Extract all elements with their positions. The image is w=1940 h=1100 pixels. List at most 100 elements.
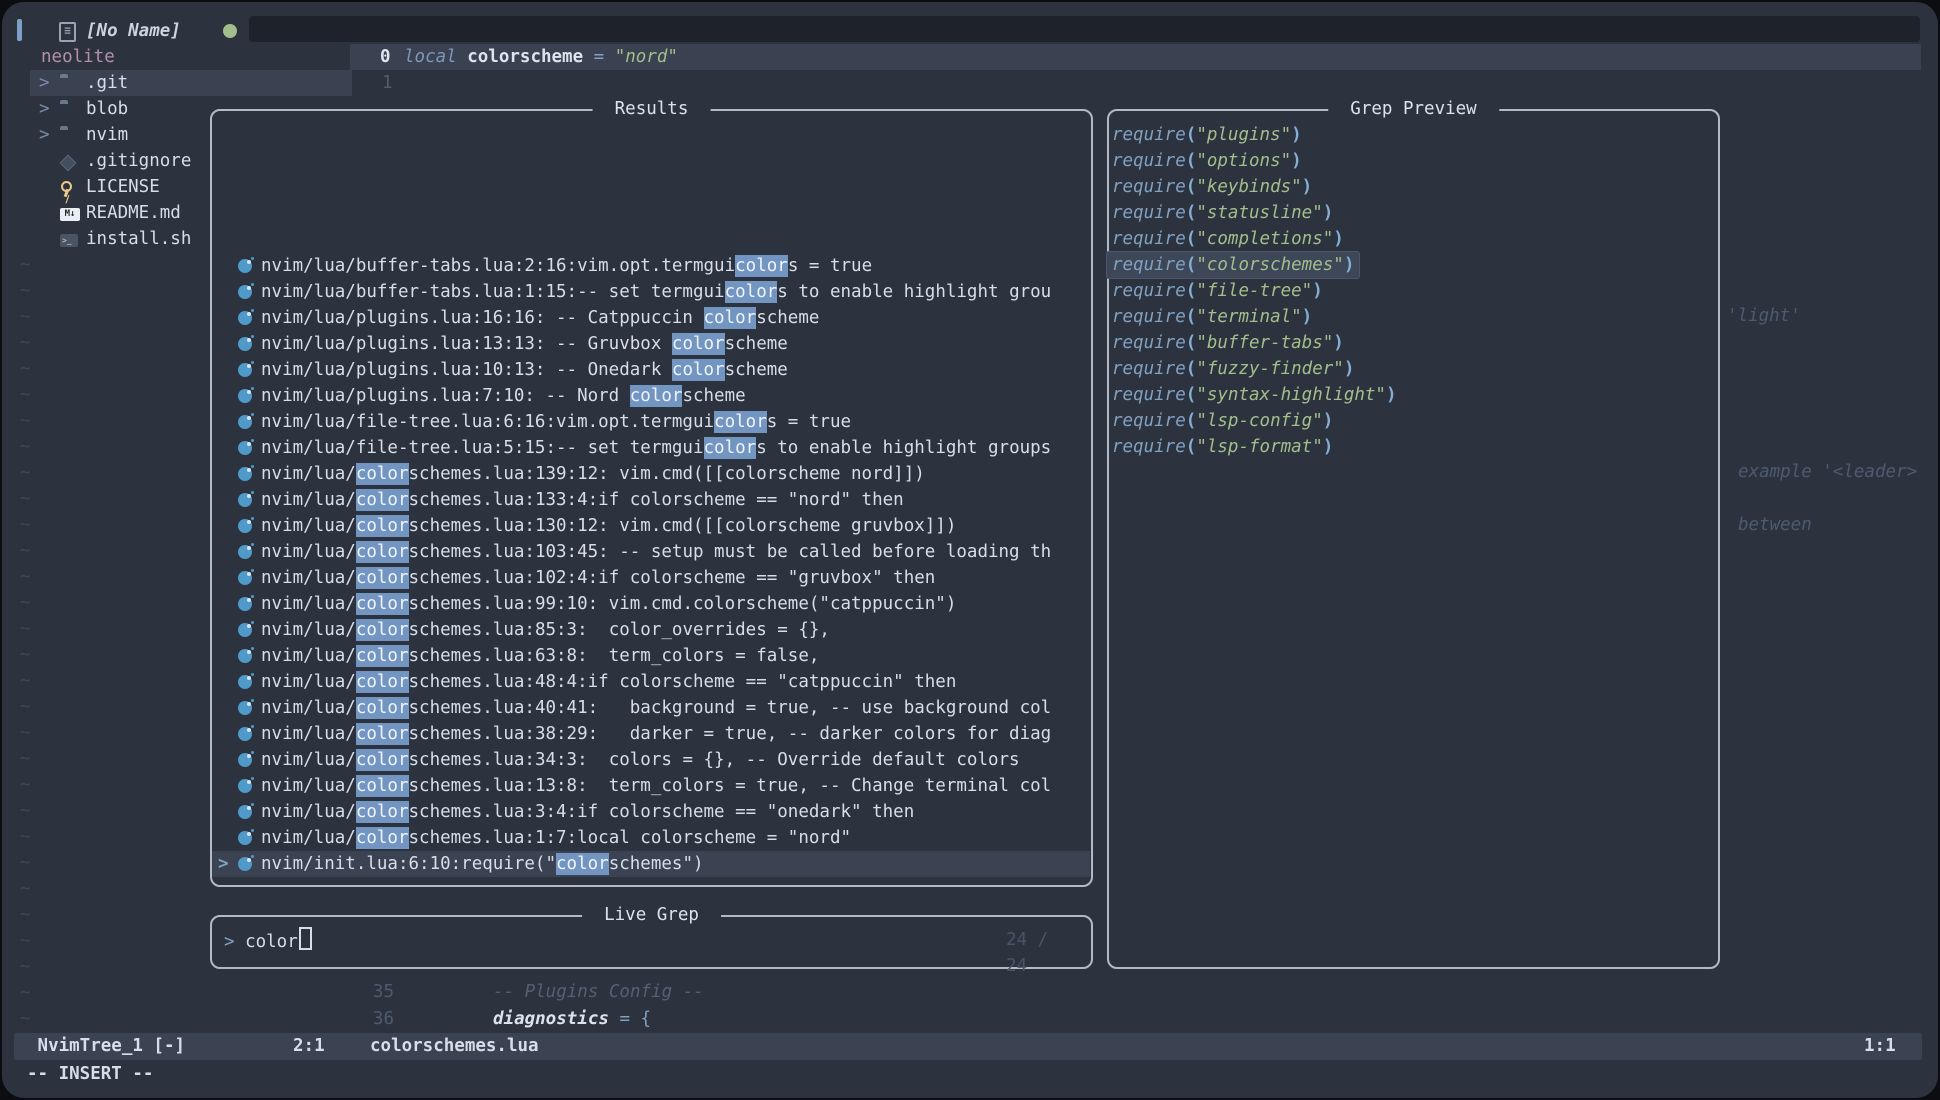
result-row[interactable]: >nvim/lua/plugins.lua:13:13: -- Gruvbox … (212, 331, 1090, 357)
result-row[interactable]: >nvim/lua/file-tree.lua:5:15:-- set term… (212, 435, 1090, 461)
result-row[interactable]: >nvim/lua/colorschemes.lua:38:29: darker… (212, 721, 1090, 747)
chevron-right-icon[interactable]: > (39, 122, 53, 148)
result-row[interactable]: >nvim/lua/buffer-tabs.lua:1:15:-- set te… (212, 279, 1090, 305)
terminal-cursor (299, 927, 312, 950)
chevron-right-icon[interactable]: > (39, 70, 53, 96)
editor-line-number-0: 0 (380, 44, 391, 70)
statusline-right-position: 1:1 (1864, 1033, 1896, 1060)
result-row[interactable]: >nvim/lua/colorschemes.lua:3:4:if colors… (212, 799, 1090, 825)
result-row[interactable]: >nvim/lua/colorschemes.lua:139:12: vim.c… (212, 461, 1090, 487)
lua-file-icon (238, 259, 252, 273)
editor-code-line-0[interactable]: local colorscheme = "nord" (404, 44, 678, 70)
preview-line: require("syntax-highlight") (1112, 382, 1402, 408)
result-row-text: nvim/lua/colorschemes.lua:40:41: backgro… (261, 695, 1051, 721)
match-highlight: color (356, 489, 409, 511)
match-highlight: color (356, 723, 409, 745)
result-row[interactable]: >nvim/lua/colorschemes.lua:40:41: backgr… (212, 695, 1090, 721)
preview-line: require("options") (1112, 148, 1307, 174)
match-highlight: color (356, 645, 409, 667)
lua-file-icon (238, 493, 252, 507)
result-row[interactable]: >nvim/lua/colorschemes.lua:1:7:local col… (212, 825, 1090, 851)
preview-line-code: require("plugins") (1107, 122, 1307, 148)
lua-file-icon (238, 415, 252, 429)
livegrep-window-title: Live Grep (582, 902, 722, 928)
result-row-text: nvim/lua/colorschemes.lua:139:12: vim.cm… (261, 461, 925, 487)
livegrep-query: color (245, 932, 298, 952)
background-text-between: between (1738, 512, 1812, 538)
tilde-empty-line: ~ (20, 850, 31, 876)
result-row-text: nvim/lua/colorschemes.lua:133:4:if color… (261, 487, 904, 513)
filetree-item-label: LICENSE (86, 174, 160, 200)
filetree-project-name[interactable]: neolite (41, 44, 115, 70)
lua-file-icon (238, 285, 252, 299)
preview-line: require("file-tree") (1112, 278, 1328, 304)
buffer-tab[interactable]: [No Name] (86, 18, 181, 44)
match-highlight: color (356, 801, 409, 823)
preview-line: require("keybinds") (1112, 174, 1317, 200)
result-row-text: nvim/lua/plugins.lua:7:10: -- Nord color… (261, 383, 746, 409)
background-line-number-35: 35 (370, 979, 394, 1005)
result-row[interactable]: >nvim/lua/colorschemes.lua:63:8: term_co… (212, 643, 1090, 669)
editor-line-number-1: 1 (382, 70, 393, 96)
match-highlight: color (356, 593, 409, 615)
result-row-text: nvim/lua/plugins.lua:16:16: -- Catppucci… (261, 305, 819, 331)
chevron-right-icon[interactable]: > (39, 96, 53, 122)
match-highlight: color (556, 853, 609, 875)
lua-file-icon (238, 467, 252, 481)
preview-line-code: require("colorschemes") (1107, 252, 1359, 278)
filetree-item--git[interactable]: >.git (2, 70, 352, 96)
livegrep-window: Live Grep (210, 915, 1093, 969)
result-row-text: nvim/lua/colorschemes.lua:48:4:if colors… (261, 669, 956, 695)
result-row-text: nvim/lua/file-tree.lua:5:15:-- set termg… (261, 435, 1051, 461)
livegrep-prompt-input[interactable]: > color (224, 927, 312, 953)
tilde-empty-line: ~ (20, 824, 31, 850)
result-row-text: nvim/lua/buffer-tabs.lua:2:16:vim.opt.te… (261, 253, 872, 279)
tilde-empty-line: ~ (20, 928, 31, 954)
modified-dot-icon (223, 24, 237, 38)
result-row[interactable]: >nvim/lua/colorschemes.lua:130:12: vim.c… (212, 513, 1090, 539)
lua-file-icon (238, 311, 252, 325)
result-row[interactable]: >nvim/lua/colorschemes.lua:133:4:if colo… (212, 487, 1090, 513)
filetree-item-label: README.md (86, 200, 181, 226)
result-row[interactable]: >nvim/lua/colorschemes.lua:48:4:if color… (212, 669, 1090, 695)
tilde-empty-line: ~ (20, 668, 31, 694)
result-row[interactable]: >nvim/lua/colorschemes.lua:102:4:if colo… (212, 565, 1090, 591)
tilde-empty-line: ~ (20, 954, 31, 980)
match-highlight: color (356, 463, 409, 485)
filetree-item-label: install.sh (86, 226, 191, 252)
result-row-text: nvim/lua/colorschemes.lua:103:45: -- set… (261, 539, 1051, 565)
buffer-file-icon: ≡ (59, 22, 76, 42)
lua-file-icon (238, 571, 252, 585)
statusline-filename: colorschemes.lua (370, 1033, 539, 1060)
result-row[interactable]: >nvim/init.lua:6:10:require("colorscheme… (212, 851, 1090, 877)
result-row[interactable]: >nvim/lua/file-tree.lua:6:16:vim.opt.ter… (212, 409, 1090, 435)
result-row[interactable]: >nvim/lua/colorschemes.lua:34:3: colors … (212, 747, 1090, 773)
gitignore-icon (60, 155, 77, 172)
preview-window-title: Grep Preview (1328, 96, 1500, 122)
preview-line-code: require("options") (1107, 148, 1307, 174)
match-highlight: color (714, 411, 767, 433)
tilde-empty-line: ~ (20, 460, 31, 486)
result-row-text: nvim/lua/colorschemes.lua:99:10: vim.cmd… (261, 591, 956, 617)
result-row[interactable]: >nvim/lua/colorschemes.lua:99:10: vim.cm… (212, 591, 1090, 617)
result-row[interactable]: >nvim/lua/plugins.lua:7:10: -- Nord colo… (212, 383, 1090, 409)
preview-line-code: require("file-tree") (1107, 278, 1328, 304)
result-row[interactable]: >nvim/lua/colorschemes.lua:103:45: -- se… (212, 539, 1090, 565)
result-row[interactable]: >nvim/lua/colorschemes.lua:13:8: term_co… (212, 773, 1090, 799)
background-code-line: diagnostics = { (493, 1006, 651, 1032)
result-row[interactable]: >nvim/lua/colorschemes.lua:85:3: color_o… (212, 617, 1090, 643)
preview-line: require("statusline") (1112, 200, 1338, 226)
tilde-empty-line: ~ (20, 356, 31, 382)
lua-file-icon (238, 753, 252, 767)
preview-line-code: require("lsp-config") (1107, 408, 1338, 434)
tilde-empty-line: ~ (20, 486, 31, 512)
lua-file-icon (238, 727, 252, 741)
match-highlight: color (356, 541, 409, 563)
result-row[interactable]: >nvim/lua/plugins.lua:16:16: -- Catppucc… (212, 305, 1090, 331)
preview-line: require("colorschemes") (1112, 252, 1359, 278)
match-highlight: color (725, 281, 778, 303)
result-row[interactable]: >nvim/lua/buffer-tabs.lua:2:16:vim.opt.t… (212, 253, 1090, 279)
result-row[interactable]: >nvim/lua/plugins.lua:10:13: -- Onedark … (212, 357, 1090, 383)
lua-file-icon (238, 389, 252, 403)
lua-file-icon (238, 649, 252, 663)
